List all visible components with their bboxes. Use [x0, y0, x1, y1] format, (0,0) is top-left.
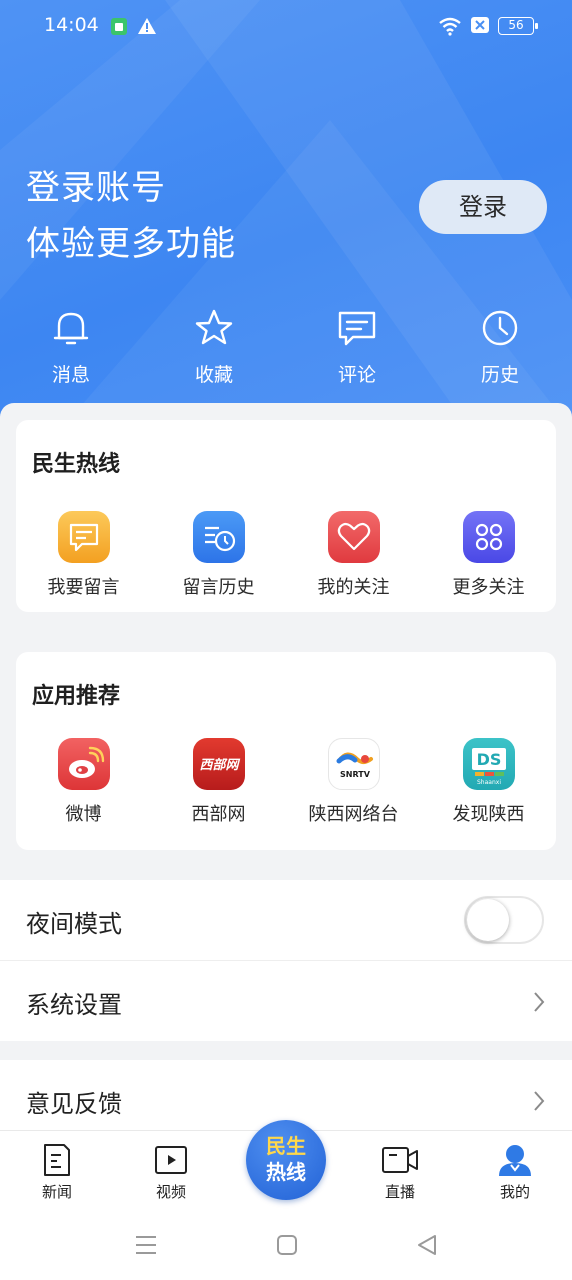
svg-text:SNRTV: SNRTV — [340, 770, 371, 779]
quick-link-label: 评论 — [337, 364, 376, 386]
hotline-item-label: 我的关注 — [317, 577, 390, 598]
quick-link-favorites[interactable]: 收藏 — [169, 308, 259, 387]
login-button[interactable]: 登录 — [419, 180, 547, 234]
svg-text:Shaanxi: Shaanxi — [477, 779, 501, 786]
app-item-snrtv[interactable]: SNRTV 陕西网络台 — [286, 738, 421, 826]
app-item-weibo[interactable]: 微博 — [16, 738, 151, 826]
hotline-center-line2: 热线 — [266, 1160, 306, 1184]
apps-card: 应用推荐 微博 西部网 西部网 SNRTV 陕西网络台 DS Shaanxi 发现… — [16, 652, 556, 850]
hotline-item-leave-message[interactable]: 我要留言 — [16, 511, 151, 599]
bell-icon — [53, 312, 89, 345]
sim-icon — [110, 16, 128, 40]
quick-link-messages[interactable]: 消息 — [26, 308, 116, 387]
warning-icon — [137, 16, 157, 40]
list-clock-icon — [192, 511, 245, 563]
back-icon[interactable] — [416, 1234, 438, 1256]
hotline-center-button[interactable]: 民生 热线 — [246, 1120, 326, 1200]
app-item-discover-shaanxi[interactable]: DS Shaanxi 发现陕西 — [421, 738, 556, 826]
quick-link-comments[interactable]: 评论 — [312, 308, 402, 387]
system-settings-row[interactable]: 系统设置 — [0, 961, 572, 1041]
app-item-label: 发现陕西 — [452, 804, 525, 825]
heart-icon — [327, 511, 380, 563]
login-promo-line1: 登录账号 — [26, 168, 166, 208]
svg-text:DS: DS — [476, 750, 501, 769]
discover-shaanxi-logo: DS Shaanxi — [462, 738, 515, 790]
tab-label: 我的 — [499, 1183, 530, 1201]
xibuwang-logo: 西部网 — [192, 738, 245, 790]
night-mode-toggle[interactable] — [464, 896, 544, 944]
app-item-label: 西部网 — [191, 804, 246, 825]
comment-icon — [338, 311, 376, 346]
battery-indicator: 56 — [498, 17, 538, 35]
quick-link-label: 消息 — [51, 364, 90, 386]
weibo-icon — [57, 738, 110, 790]
hotline-item-message-history[interactable]: 留言历史 — [151, 511, 286, 599]
apps-title: 应用推荐 — [32, 684, 121, 709]
profile-icon — [499, 1145, 531, 1176]
login-promo-line2: 体验更多功能 — [26, 224, 236, 264]
chevron-right-icon — [534, 992, 545, 1012]
clock-icon — [482, 310, 518, 346]
hotline-item-label: 更多关注 — [452, 577, 525, 598]
home-icon[interactable] — [276, 1234, 298, 1256]
video-icon — [155, 1146, 187, 1174]
live-camera-icon — [382, 1147, 418, 1173]
snrtv-logo: SNRTV — [327, 738, 380, 790]
app-item-label: 微博 — [65, 804, 102, 825]
night-mode-label: 夜间模式 — [26, 910, 122, 938]
hotline-item-label: 我要留言 — [47, 577, 120, 598]
tab-label: 视频 — [155, 1183, 186, 1201]
app-item-label: 陕西网络台 — [308, 804, 399, 825]
hotline-item-more-follows[interactable]: 更多关注 — [421, 511, 556, 599]
tab-mine[interactable]: 我的 — [475, 1143, 555, 1202]
toggle-knob — [467, 899, 509, 941]
hotline-title: 民生热线 — [32, 452, 121, 477]
feedback-label: 意见反馈 — [26, 1090, 122, 1118]
tab-news[interactable]: 新闻 — [17, 1143, 97, 1202]
chevron-right-icon — [534, 1091, 545, 1111]
tab-video[interactable]: 视频 — [131, 1143, 211, 1202]
quick-link-label: 收藏 — [194, 364, 233, 386]
system-navigation-bar — [0, 1210, 572, 1280]
hotline-card: 民生热线 我要留言 留言历史 我的关注 更多关注 — [16, 420, 556, 612]
status-time: 14:04 — [44, 14, 99, 36]
night-mode-row: 夜间模式 — [0, 880, 572, 960]
profile-header: 14:04 56 登录账号 体验更多功能 登录 消息 收藏 评论 历史 — [0, 0, 572, 430]
news-icon — [44, 1144, 70, 1176]
grid-icon — [462, 511, 515, 563]
tab-live[interactable]: 直播 — [360, 1143, 440, 1202]
quick-link-label: 历史 — [480, 364, 519, 386]
hotline-item-my-follows[interactable]: 我的关注 — [286, 511, 421, 599]
tab-label: 直播 — [384, 1183, 415, 1201]
app-item-xibuwang[interactable]: 西部网 西部网 — [151, 738, 286, 826]
svg-text:西部网: 西部网 — [199, 757, 240, 773]
quick-link-history[interactable]: 历史 — [455, 308, 545, 387]
message-icon — [57, 511, 110, 563]
menu-icon[interactable] — [134, 1234, 158, 1256]
hotline-center-line1: 民生 — [266, 1134, 306, 1158]
content-panel: 民生热线 我要留言 留言历史 我的关注 更多关注 应用推荐 微博 西部网 西部网… — [0, 403, 572, 1143]
tab-label: 新闻 — [41, 1183, 72, 1201]
status-bar: 14:04 56 — [0, 12, 572, 40]
system-settings-label: 系统设置 — [26, 991, 122, 1019]
wifi-icon — [438, 16, 462, 40]
hotline-item-label: 留言历史 — [182, 577, 255, 598]
no-sim-icon — [470, 16, 490, 38]
star-icon — [195, 309, 233, 345]
